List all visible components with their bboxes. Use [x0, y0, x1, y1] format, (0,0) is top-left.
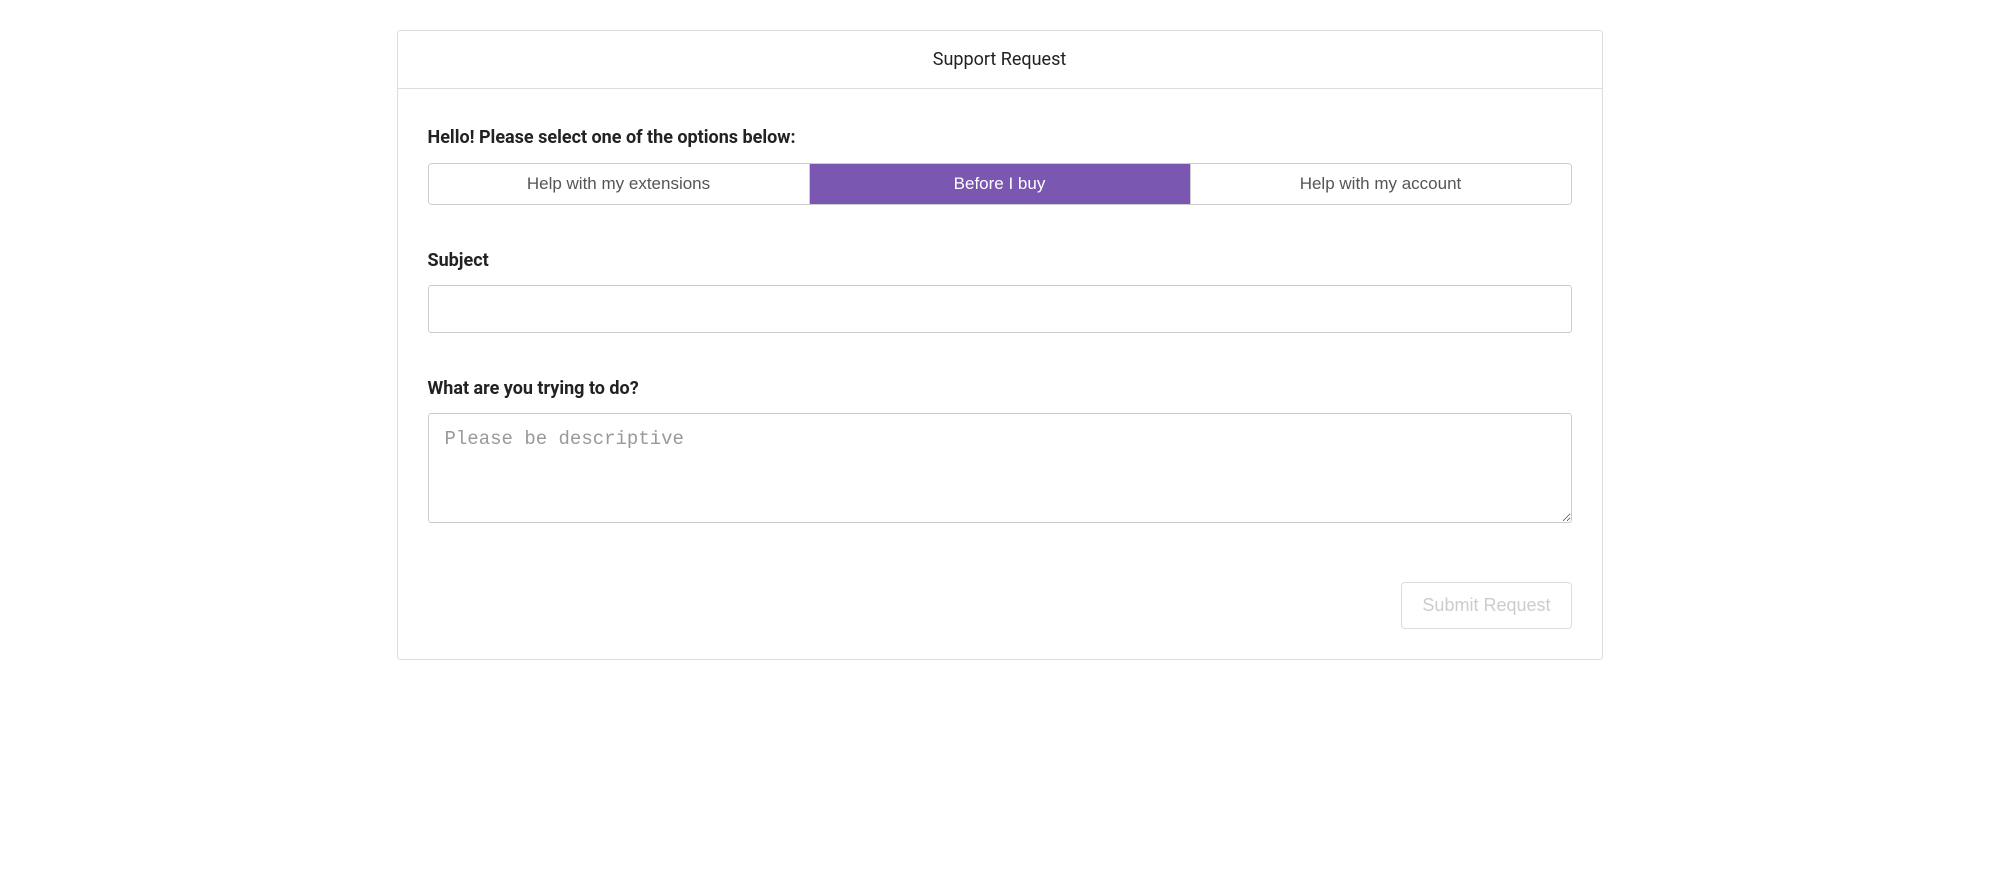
options-prompt: Hello! Please select one of the options … — [428, 127, 1572, 148]
card-footer: Submit Request — [428, 582, 1572, 629]
card-body: Hello! Please select one of the options … — [398, 89, 1602, 659]
subject-input[interactable] — [428, 285, 1572, 333]
option-before-buy[interactable]: Before I buy — [809, 164, 1190, 204]
submit-request-button[interactable]: Submit Request — [1401, 582, 1571, 629]
description-label: What are you trying to do? — [428, 378, 1572, 399]
option-help-account[interactable]: Help with my account — [1190, 164, 1571, 204]
options-button-group: Help with my extensions Before I buy Hel… — [428, 163, 1572, 205]
card-header-title: Support Request — [398, 31, 1602, 89]
description-textarea[interactable] — [428, 413, 1572, 523]
subject-label: Subject — [428, 250, 1572, 271]
support-request-card: Support Request Hello! Please select one… — [397, 30, 1603, 660]
option-help-extensions[interactable]: Help with my extensions — [429, 164, 809, 204]
